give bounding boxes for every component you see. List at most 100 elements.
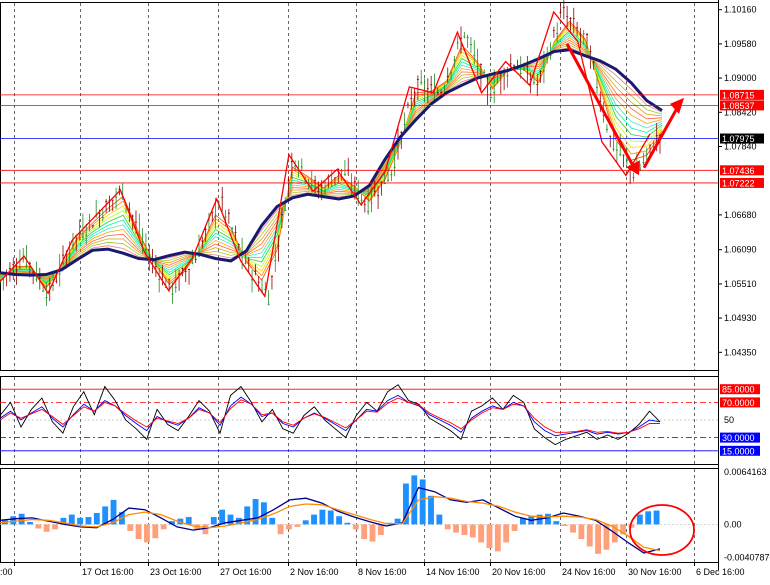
time-tick-label: 20 Nov 16:00 bbox=[492, 567, 546, 577]
price-tick-label: 1.06680 bbox=[724, 210, 757, 220]
macd-histogram-bar bbox=[561, 524, 568, 527]
macd-histogram-bar bbox=[311, 514, 317, 525]
macd-histogram-bar bbox=[494, 524, 501, 552]
macd-histogram-bar bbox=[461, 524, 468, 536]
osc-level-label: 15.0000 bbox=[722, 446, 755, 456]
macd-histogram-bar bbox=[127, 524, 134, 531]
macd-histogram-bar bbox=[336, 516, 343, 525]
price-tag: 1.08537 bbox=[720, 100, 764, 111]
macd-histogram-bar bbox=[27, 521, 33, 525]
time-tick-label: 14 Nov 16:00 bbox=[426, 567, 480, 577]
macd-histogram-bar bbox=[436, 514, 443, 525]
osc-level-label: 70.0000 bbox=[722, 398, 755, 408]
time-tick-label: 23 Oct 16:00 bbox=[150, 567, 202, 577]
macd-histogram-bar bbox=[478, 524, 485, 543]
time-tick-label: 17 Oct 16:00 bbox=[82, 567, 134, 577]
price-tick-label: 1.04350 bbox=[724, 347, 757, 357]
price-tick-label: 1.05510 bbox=[724, 279, 757, 289]
price-tag-label: 1.08715 bbox=[722, 90, 755, 100]
price-tick-label: 1.06090 bbox=[724, 245, 757, 255]
macd-histogram-bar bbox=[302, 520, 309, 525]
macd-histogram-bar bbox=[570, 524, 576, 533]
macd-histogram-bar bbox=[553, 521, 560, 525]
oscillator-panel-frame bbox=[0, 376, 719, 465]
macd-histogram-bar bbox=[469, 524, 476, 538]
macd-histogram-bar bbox=[93, 512, 100, 525]
macd-histogram-bar bbox=[645, 511, 652, 525]
macd-histogram-bar bbox=[144, 524, 150, 543]
macd-tick-label: 0.0064163 bbox=[724, 467, 767, 477]
chart-canvas: 1.101601.095801.090001.084201.078401.066… bbox=[0, 0, 770, 577]
macd-histogram-bar bbox=[286, 524, 292, 530]
macd-histogram-bar bbox=[352, 524, 359, 530]
price-tag: 1.07975 bbox=[720, 133, 764, 144]
macd-histogram-bar bbox=[43, 524, 50, 532]
macd-histogram-bar bbox=[344, 522, 351, 525]
macd-histogram-bar bbox=[428, 495, 434, 525]
macd-histogram-bar bbox=[361, 524, 368, 540]
macd-histogram-bar bbox=[219, 509, 226, 525]
time-tick-label: :00 bbox=[0, 567, 13, 577]
ribbon-line bbox=[0, 42, 663, 279]
macd-histogram-bar bbox=[135, 524, 142, 540]
ribbon-line bbox=[0, 32, 663, 283]
macd-histogram-bar bbox=[210, 517, 217, 525]
macd-tick-label: -0.0040787 bbox=[724, 553, 770, 563]
macd-histogram-bar bbox=[419, 479, 426, 525]
macd-histogram-bar bbox=[160, 524, 167, 530]
macd-histogram-bar bbox=[77, 517, 84, 525]
macd-histogram-bar bbox=[327, 510, 334, 525]
macd-histogram-bar bbox=[578, 524, 585, 540]
macd-histogram-bar bbox=[35, 524, 42, 529]
price-tick-label: 1.09000 bbox=[724, 73, 757, 83]
ribbon-line bbox=[0, 27, 663, 286]
price-tag-label: 1.07436 bbox=[722, 166, 755, 176]
ribbon-line bbox=[0, 44, 663, 278]
price-tag-label: 1.08537 bbox=[722, 101, 755, 111]
ribbon-line bbox=[0, 20, 663, 289]
macd-histogram-bar bbox=[68, 514, 75, 525]
time-tick-label: 2 Nov 16:00 bbox=[290, 567, 339, 577]
price-tag: 1.07436 bbox=[720, 165, 764, 176]
up-arrow-head bbox=[670, 97, 684, 114]
macd-histogram-bar bbox=[586, 524, 593, 547]
osc-level-tag: 85.0000 bbox=[720, 384, 760, 395]
osc-level-tag: 15.0000 bbox=[720, 445, 760, 456]
osc-level-tag: 70.0000 bbox=[720, 397, 760, 408]
price-tag-label: 1.07975 bbox=[722, 134, 755, 144]
macd-histogram-bar bbox=[511, 524, 518, 531]
osc-level-label: 85.0000 bbox=[722, 385, 755, 395]
osc-level-label: 30.0000 bbox=[722, 433, 755, 443]
time-tick-label: 27 Oct 16:00 bbox=[220, 567, 272, 577]
macd-histogram-bar bbox=[85, 517, 92, 525]
time-tick-label: 24 Nov 16:00 bbox=[562, 567, 616, 577]
macd-histogram-bar bbox=[653, 510, 660, 525]
macd-histogram-bar bbox=[453, 524, 459, 533]
price-tick-label: 1.04930 bbox=[724, 313, 757, 323]
macd-histogram-bar bbox=[152, 524, 159, 539]
osc-tick-label: 50 bbox=[724, 415, 734, 425]
osc-line bbox=[0, 384, 661, 446]
price-tick-label: 1.09580 bbox=[724, 39, 757, 49]
zigzag-line bbox=[0, 10, 651, 298]
price-tick-label: 1.10160 bbox=[724, 5, 757, 15]
macd-histogram-bar bbox=[636, 514, 643, 525]
macd-panel-frame bbox=[0, 468, 719, 563]
ribbon-line bbox=[0, 39, 663, 280]
main-panel-frame bbox=[0, 2, 719, 371]
price-tag: 1.07222 bbox=[720, 177, 764, 188]
macd-histogram-bar bbox=[486, 524, 493, 549]
price-tag: 1.08715 bbox=[720, 89, 764, 100]
time-tick-label: 8 Nov 16:00 bbox=[358, 567, 407, 577]
macd-histogram-bar bbox=[10, 516, 17, 525]
price-tag-label: 1.07222 bbox=[722, 178, 755, 188]
macd-histogram-bar bbox=[277, 524, 284, 535]
macd-histogram-bar bbox=[595, 524, 602, 554]
macd-histogram-bar bbox=[269, 517, 276, 525]
macd-histogram-bar bbox=[377, 524, 384, 536]
macd-histogram-bar bbox=[545, 513, 551, 525]
highlight-circle bbox=[629, 504, 695, 556]
macd-histogram-bar bbox=[52, 524, 58, 530]
macd-tick-label: 0.00 bbox=[724, 519, 742, 529]
chart-window: 1.10160 1.09580 1.09000 1.08420 1.07840 1.066… bbox=[0, 0, 770, 580]
